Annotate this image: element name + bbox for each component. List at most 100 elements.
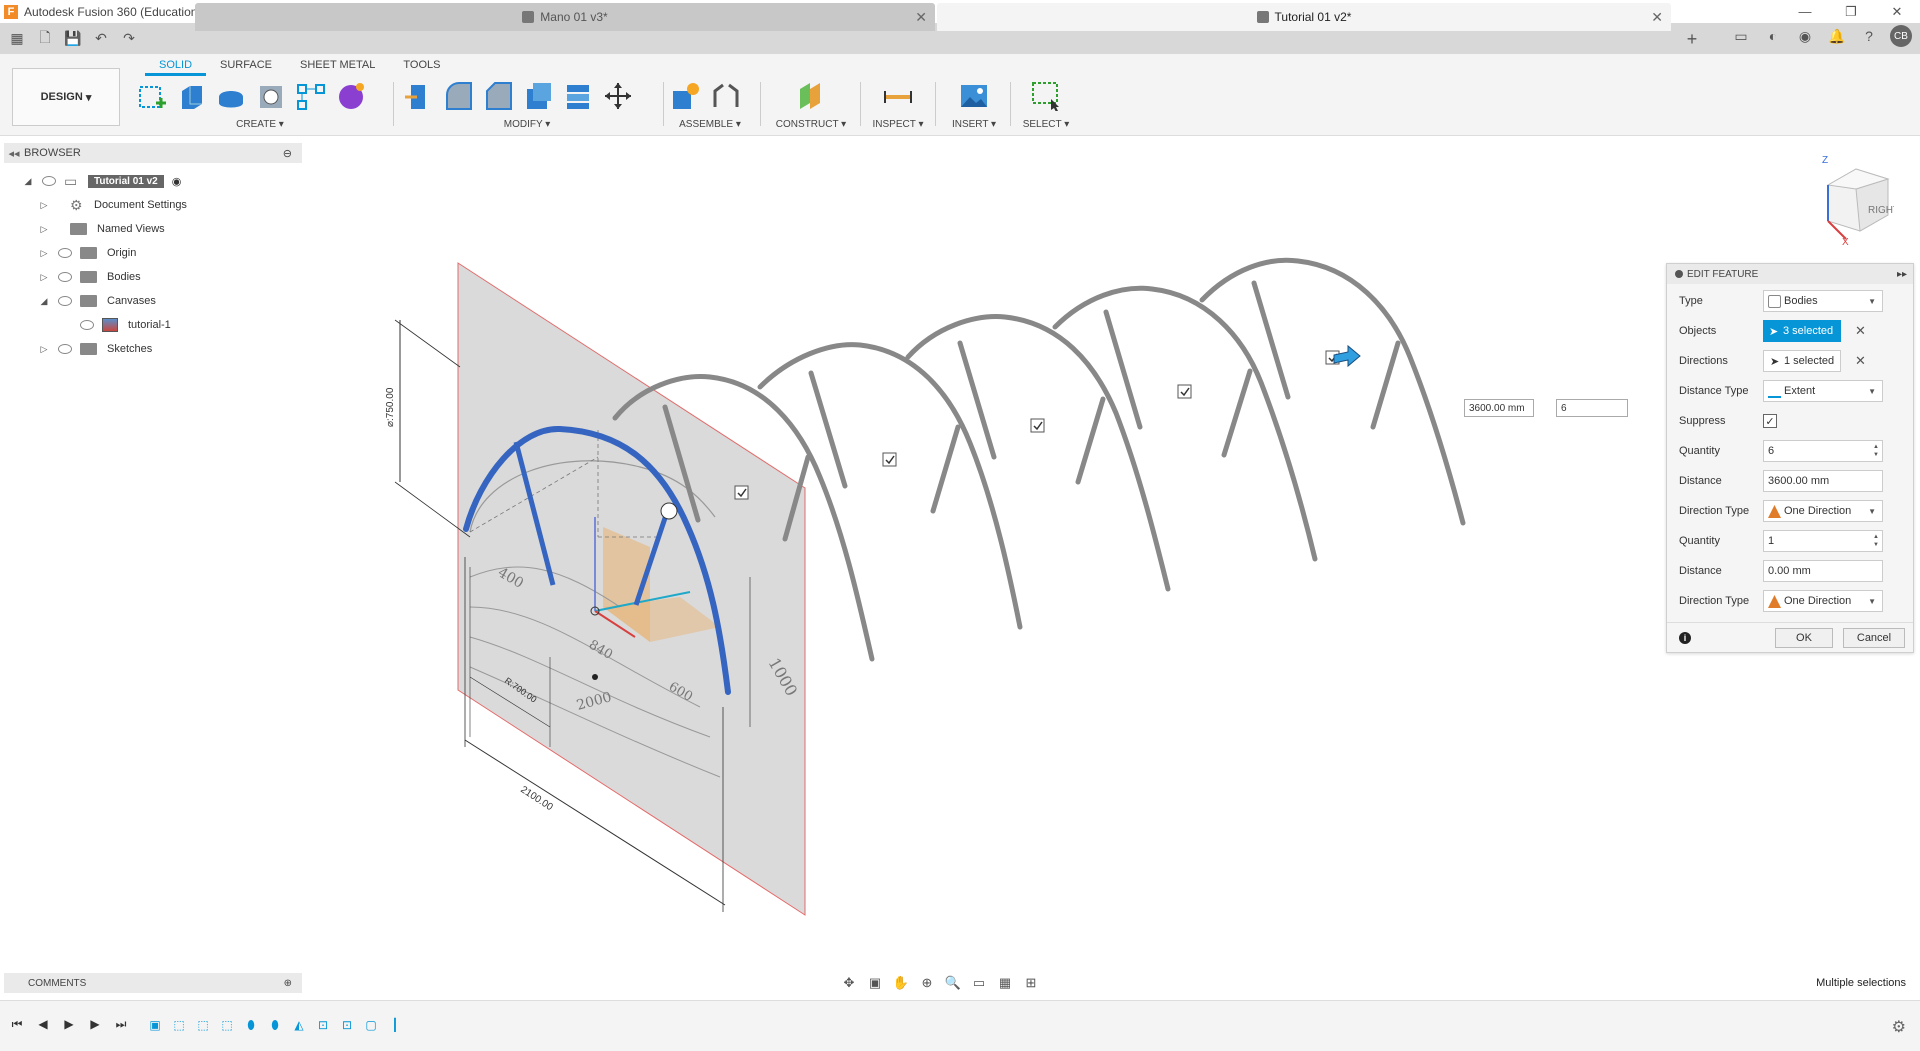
tree-item-origin[interactable]: ▷ Origin [38, 243, 136, 263]
inspect-menu[interactable]: INSPECT ▾ [868, 119, 928, 130]
data-panel-grid-icon[interactable]: ▦ [6, 28, 28, 50]
view-cube[interactable]: RIGHT Z X [1818, 155, 1899, 248]
visibility-eye-icon[interactable] [58, 248, 72, 258]
combine-icon[interactable] [562, 80, 594, 112]
hole-icon[interactable] [255, 80, 287, 112]
inline-quantity-input[interactable]: 6 [1556, 399, 1628, 417]
chamfer-icon[interactable] [482, 80, 514, 112]
job-status-icon[interactable]: ◐ [1762, 25, 1784, 47]
tab-mano[interactable]: Mano 01 v3* ✕ [195, 3, 935, 31]
insert-menu[interactable]: INSERT ▾ [944, 119, 1004, 130]
undo-icon[interactable]: ↶ [90, 28, 112, 50]
timeline-sketch-icon[interactable]: ⬚ [170, 1017, 188, 1033]
activate-radio-icon[interactable]: ◉ [172, 175, 182, 188]
pan-icon[interactable]: ✋ [892, 974, 910, 992]
create-form-icon[interactable] [335, 80, 367, 112]
step-forward-icon[interactable]: ▶ [88, 1017, 102, 1031]
timeline-canvas-icon[interactable]: ▣ [146, 1017, 164, 1033]
collapse-triangle-icon[interactable]: ◢ [38, 295, 50, 307]
tree-root[interactable]: ◢ ▭ Tutorial 01 v2 ◉ [22, 171, 182, 191]
save-icon[interactable]: 💾 [62, 28, 84, 50]
shell-icon[interactable] [522, 80, 554, 112]
tab-tools[interactable]: TOOLS [389, 57, 454, 76]
ok-button[interactable]: OK [1775, 628, 1833, 648]
display-settings-icon[interactable]: ▭ [970, 974, 988, 992]
extrude-icon[interactable] [175, 80, 207, 112]
direction-type-dropdown[interactable]: One Direction ▼ [1763, 500, 1883, 522]
dialog-minus-icon[interactable] [1675, 270, 1683, 278]
inline-distance-input[interactable]: 3600.00 mm [1464, 399, 1534, 417]
tab-solid[interactable]: SOLID [145, 57, 207, 76]
quantity-stepper[interactable]: 6 ▲ ▼ [1763, 440, 1883, 462]
distance-field[interactable]: 3600.00 mm [1763, 470, 1883, 492]
visibility-eye-icon[interactable] [58, 344, 72, 354]
add-comment-icon[interactable]: ⊕ [284, 978, 292, 989]
expand-dialog-icon[interactable]: ▸▸ [1897, 269, 1907, 280]
look-at-icon[interactable]: ▣ [866, 974, 884, 992]
tree-item-document-settings[interactable]: ▷ ⚙ Document Settings [38, 195, 187, 215]
timeline-marker-icon[interactable]: ┃ [386, 1017, 404, 1033]
select-menu[interactable]: SELECT ▾ [1018, 119, 1074, 130]
tree-item-sketches[interactable]: ▷ Sketches [38, 339, 152, 359]
pattern-icon[interactable] [295, 80, 327, 112]
visibility-eye-icon[interactable] [58, 272, 72, 282]
info-icon[interactable]: i [1679, 632, 1691, 644]
play-icon[interactable]: ▶ [62, 1017, 76, 1031]
timeline-mirror-icon[interactable]: ◭ [290, 1017, 308, 1033]
expand-triangle-icon[interactable]: ▷ [38, 247, 50, 259]
expand-triangle-icon[interactable]: ▷ [38, 343, 50, 355]
direction-type-2-dropdown[interactable]: One Direction ▼ [1763, 590, 1883, 612]
clear-directions-icon[interactable]: ✕ [1855, 353, 1866, 369]
create-menu[interactable]: CREATE ▾ [135, 119, 385, 130]
expand-triangle-icon[interactable]: ▷ [38, 271, 50, 283]
file-menu-icon[interactable]: 🗋 [34, 28, 56, 50]
joint-icon[interactable] [710, 80, 742, 112]
go-to-end-icon[interactable]: ⏭ [114, 1017, 128, 1031]
offset-plane-icon[interactable] [795, 80, 827, 112]
distance-type-dropdown[interactable]: Extent ▼ [1763, 380, 1883, 402]
distance-2-field[interactable]: 0.00 mm [1763, 560, 1883, 582]
tab-tutorial[interactable]: Tutorial 01 v2* ✕ [937, 3, 1671, 31]
create-sketch-icon[interactable] [135, 80, 167, 112]
timeline-sweep-icon[interactable]: ⬮ [242, 1017, 260, 1033]
fit-icon[interactable]: 🔍 [944, 974, 962, 992]
assemble-menu[interactable]: ASSEMBLE ▾ [670, 119, 750, 130]
new-component-icon[interactable] [670, 80, 702, 112]
tree-item-tutorial-canvas[interactable]: tutorial-1 [80, 315, 171, 335]
spin-arrows-icon[interactable]: ▲ ▼ [1870, 441, 1882, 461]
tree-item-canvases[interactable]: ◢ Canvases [38, 291, 156, 311]
instance-checkbox[interactable] [882, 452, 897, 467]
extensions-icon[interactable]: ◉ [1794, 25, 1816, 47]
instance-checkbox[interactable] [734, 485, 749, 500]
zoom-icon[interactable]: ⊕ [918, 974, 936, 992]
comments-panel[interactable]: COMMENTS ⊕ [4, 973, 302, 993]
directions-selection-button[interactable]: ➤ 1 selected [1763, 350, 1841, 372]
instance-checkbox[interactable] [1030, 418, 1045, 433]
step-back-icon[interactable]: ◀ [36, 1017, 50, 1031]
tab-surface[interactable]: SURFACE [206, 57, 286, 76]
notifications-icon[interactable]: 🔔 [1826, 25, 1848, 47]
objects-selection-button[interactable]: ➤ 3 selected [1763, 320, 1841, 342]
edit-feature-header[interactable]: EDIT FEATURE ▸▸ [1667, 264, 1913, 284]
fillet-icon[interactable] [442, 80, 474, 112]
tab-close-icon[interactable]: ✕ [915, 9, 927, 26]
help-icon[interactable]: ? [1858, 25, 1880, 47]
timeline-pattern-icon[interactable]: ⊡ [338, 1017, 356, 1033]
visibility-eye-icon[interactable] [80, 320, 94, 330]
instance-checkbox[interactable] [1177, 384, 1192, 399]
revolve-icon[interactable] [215, 80, 247, 112]
grid-settings-icon[interactable]: ▦ [996, 974, 1014, 992]
timeline-sketch-icon[interactable]: ⬚ [218, 1017, 236, 1033]
workspace-switcher[interactable]: DESIGN ▾ [12, 68, 120, 126]
browser-header[interactable]: ◂◂ BROWSER ⊖ [4, 143, 302, 163]
measure-icon[interactable] [882, 80, 914, 112]
timeline-body-icon[interactable]: ▢ [362, 1017, 380, 1033]
tab-sheet-metal[interactable]: SHEET METAL [286, 57, 389, 76]
minimize-button[interactable]: — [1782, 0, 1828, 23]
expand-triangle-icon[interactable]: ▷ [38, 223, 50, 235]
timeline-sketch-icon[interactable]: ⬚ [194, 1017, 212, 1033]
modify-menu[interactable]: MODIFY ▾ [402, 119, 652, 130]
go-to-start-icon[interactable]: ⏮ [10, 1017, 24, 1031]
collapse-browser-icon[interactable]: ◂◂ [4, 147, 24, 160]
viewports-icon[interactable]: ⊞ [1022, 974, 1040, 992]
